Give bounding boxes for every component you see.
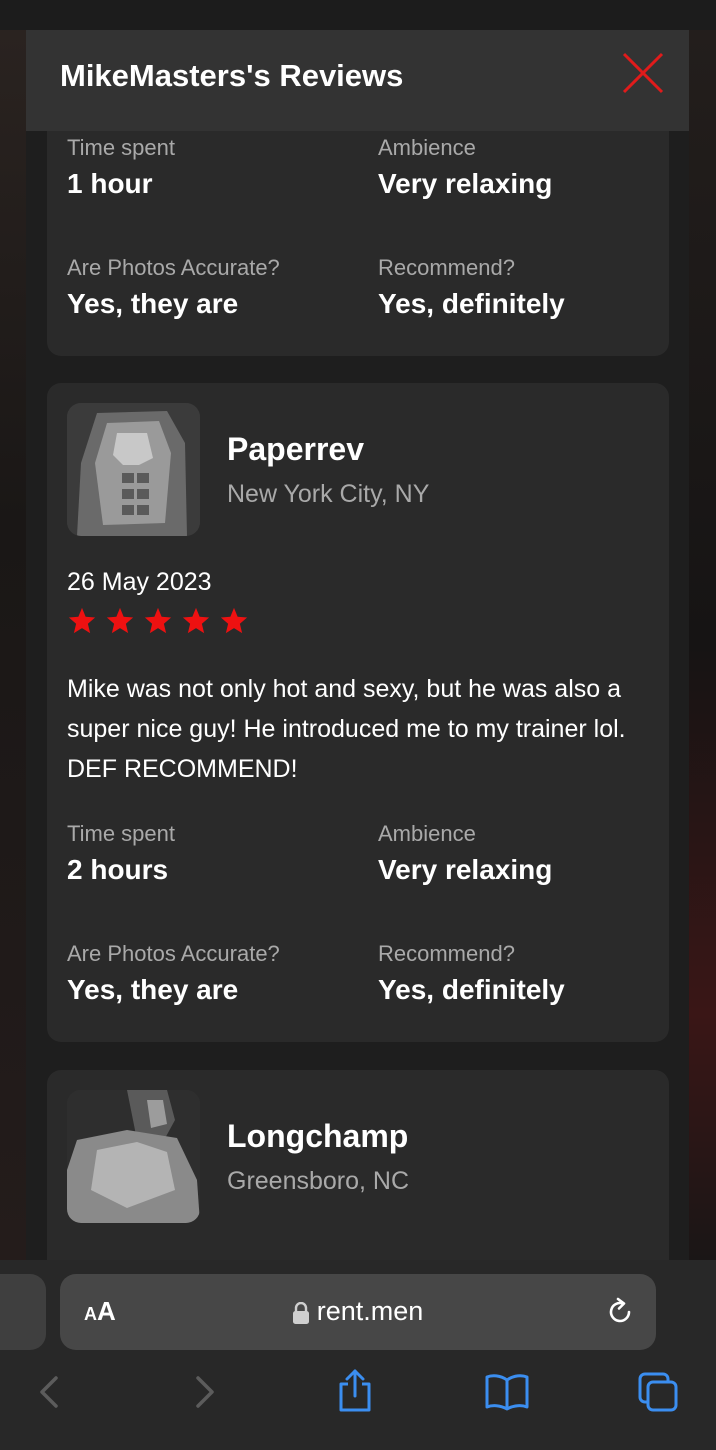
reviewer-location: New York City, NY [227,480,430,508]
background-left [0,30,26,1260]
modal-header: MikeMasters's Reviews [26,30,689,131]
ambience-value: Very relaxing [378,854,553,885]
reviewer-name[interactable]: Paperrev [227,431,364,468]
top-strip [0,0,716,30]
background-right [689,30,716,1260]
chevron-right-icon[interactable] [184,1372,224,1412]
tabs-icon[interactable] [637,1371,679,1413]
review-card: Paperrev New York City, NY 26 May 2023 M… [47,383,669,1042]
close-button[interactable] [620,50,666,96]
star-icon [220,607,248,634]
recommend-value: Yes, definitely [378,974,565,1005]
photos-accurate-value: Yes, they are [67,288,239,319]
url-display[interactable]: rent.men [60,1296,656,1327]
photos-accurate-value: Yes, they are [67,974,239,1005]
review-text: Mike was not only hot and sexy, but he w… [67,675,626,783]
star-icon [68,607,96,634]
star-icon [182,607,210,634]
reviewer-location: Greensboro, NC [227,1167,410,1195]
recommend-label: Recommend? [378,941,515,966]
recommend-value: Yes, definitely [378,288,565,319]
ambience-value: Very relaxing [378,168,553,199]
ambience-label: Ambience [378,821,476,846]
time-spent-label: Time spent [67,135,176,160]
star-icon [144,607,172,634]
time-spent-value: 2 hours [67,854,169,885]
time-spent-value: 1 hour [67,168,153,199]
ambience-label: Ambience [378,135,476,160]
share-icon[interactable] [334,1368,376,1412]
reload-icon[interactable] [604,1296,636,1328]
book-icon[interactable] [484,1372,530,1412]
reviewer-avatar[interactable] [67,403,200,536]
url-text: rent.men [316,1296,424,1326]
reviewer-name[interactable]: Longchamp [227,1118,408,1155]
review-date: 26 May 2023 [67,568,212,596]
page: MikeMasters's Reviews Time spent 1 hour … [0,0,716,1450]
modal-title: MikeMasters's Reviews [60,58,404,93]
star-rating [67,606,249,636]
reviewer-avatar[interactable] [67,1090,200,1223]
lock-icon [292,1301,309,1324]
star-icon [106,607,134,634]
photos-accurate-label: Are Photos Accurate? [67,941,280,966]
time-spent-label: Time spent [67,821,176,846]
recommend-label: Recommend? [378,255,515,280]
previous-tab-peek[interactable] [0,1274,46,1350]
review-card: Longchamp Greensboro, NC [47,1070,669,1260]
reviews-modal: MikeMasters's Reviews Time spent 1 hour … [26,30,689,1260]
photos-accurate-label: Are Photos Accurate? [67,255,280,280]
chevron-left-icon[interactable] [30,1372,70,1412]
close-icon [622,52,664,94]
address-bar[interactable]: AA rent.men [60,1274,656,1350]
browser-toolbar: AA rent.men [0,1260,716,1450]
